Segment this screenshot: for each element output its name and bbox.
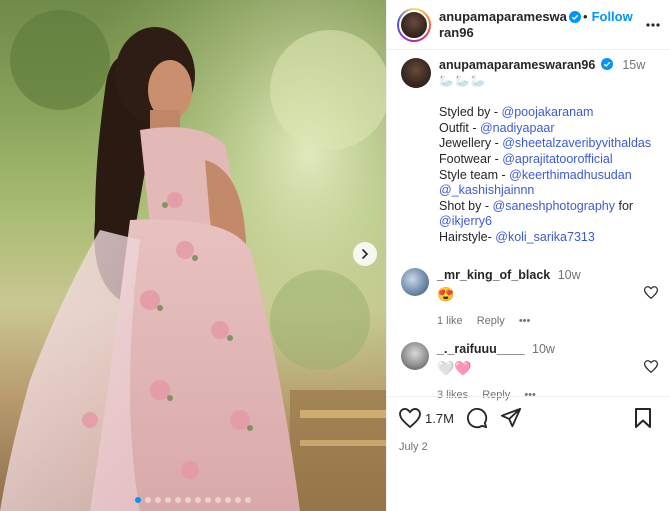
credit-label: Hairstyle-: [439, 229, 496, 244]
comment-more-button[interactable]: •••: [519, 315, 531, 327]
comment-username[interactable]: _mr_king_of_black: [437, 268, 550, 282]
bookmark-icon: [635, 408, 651, 428]
post-photo: [0, 0, 386, 511]
avatar: [399, 9, 429, 40]
verified-badge-icon: [600, 58, 613, 70]
author-username[interactable]: anupamaparameswaran96: [439, 9, 567, 41]
comment-item: _._raifuuu____ 10w 🤍🩷 3 likes Reply •••: [401, 342, 658, 401]
mention-link[interactable]: @keerthimadhusudan: [509, 168, 632, 182]
comment-like-heart-icon[interactable]: [644, 360, 658, 373]
commenter-avatar[interactable]: [401, 342, 429, 370]
carousel-dot[interactable]: [135, 497, 141, 503]
carousel-dot[interactable]: [195, 497, 201, 503]
credit-label: Shot by -: [439, 198, 493, 213]
comment-button[interactable]: [466, 407, 488, 429]
credit-label: Style team -: [439, 167, 510, 182]
more-horizontal-icon: [646, 22, 660, 27]
comment-username[interactable]: _._raifuuu____: [437, 342, 525, 356]
carousel-dot[interactable]: [235, 497, 241, 503]
more-options-button[interactable]: [646, 17, 660, 33]
caption-username[interactable]: anupamaparameswaran96: [439, 58, 595, 72]
mention-link[interactable]: @poojakaranam: [502, 105, 594, 119]
comment-text: 😍: [437, 286, 455, 302]
mention-link[interactable]: @koli_sarika7313: [495, 230, 595, 244]
like-count[interactable]: 1.7M: [425, 411, 454, 426]
caption-credits: Styled by - @poojakaranam Outfit - @nadiy…: [439, 105, 651, 245]
credit-line: Shot by - @saneshphotography for @ikjerry…: [439, 199, 651, 230]
credit-line: Styled by - @poojakaranam: [439, 105, 651, 121]
comment-item: _mr_king_of_black 10w 😍 1 like Reply •••: [401, 268, 658, 327]
chevron-right-icon: [362, 249, 369, 259]
credit-label: Jewellery -: [439, 136, 503, 151]
credit-line: Style team - @keerthimadhusudan @_kashish…: [439, 168, 651, 199]
carousel-dot[interactable]: [185, 497, 191, 503]
post-caption: anupamaparameswaran96 15w 🦢🦢🦢 Styled by …: [401, 58, 660, 246]
credit-label: Footwear -: [439, 151, 503, 166]
separator-dot: •: [583, 8, 588, 24]
heart-icon: [399, 408, 421, 428]
commenter-avatar[interactable]: [401, 268, 429, 296]
credit-suffix: for: [615, 198, 634, 213]
save-button[interactable]: [634, 407, 652, 429]
mention-link[interactable]: @saneshphotography: [493, 199, 616, 213]
credit-line: Jewellery - @sheetalzaveribyvithaldas: [439, 136, 651, 152]
caption-emoji-line: 🦢🦢🦢: [439, 73, 487, 88]
comment-text: 🤍🩷: [437, 360, 472, 376]
post-header: anupamaparameswaran96 • Follow: [387, 0, 670, 50]
carousel-dot[interactable]: [245, 497, 251, 503]
credit-label: Styled by -: [439, 105, 502, 120]
mention-link[interactable]: @_kashishjainnn: [439, 183, 534, 197]
follow-button[interactable]: Follow: [592, 9, 633, 25]
share-button[interactable]: [500, 407, 522, 429]
mention-link[interactable]: @nadiyapaar: [480, 121, 555, 135]
carousel-dot[interactable]: [145, 497, 151, 503]
credit-line: Outfit - @nadiyapaar: [439, 121, 651, 137]
post-side-panel: anupamaparameswaran96 • Follow anupamapa…: [386, 0, 670, 511]
post-date: July 2: [399, 441, 428, 453]
post-actions-bar: 1.7M July 2: [387, 396, 670, 463]
carousel-dot[interactable]: [205, 497, 211, 503]
carousel-dot[interactable]: [215, 497, 221, 503]
carousel-indicator: [0, 497, 386, 503]
comment-time: 10w: [557, 268, 581, 282]
comment-like-count[interactable]: 1 like: [437, 315, 463, 327]
verified-badge-icon: [569, 10, 581, 23]
like-button[interactable]: 1.7M: [399, 408, 454, 428]
caption-time: 15w: [622, 58, 646, 72]
comment-like-heart-icon[interactable]: [644, 286, 658, 299]
mention-link[interactable]: @sheetalzaveribyvithaldas: [502, 136, 651, 150]
carousel-dot[interactable]: [155, 497, 161, 503]
paper-plane-icon: [500, 407, 521, 428]
carousel-dot[interactable]: [165, 497, 171, 503]
post-media[interactable]: [0, 0, 386, 511]
caption-avatar[interactable]: [401, 58, 431, 88]
comment-bubble-icon: [466, 408, 488, 429]
mention-link[interactable]: @ikjerry6: [439, 214, 492, 228]
mention-link[interactable]: @aprajitatoorofficial: [502, 152, 612, 166]
credit-line: Hairstyle- @koli_sarika7313: [439, 230, 651, 246]
author-avatar-story-ring[interactable]: [397, 7, 431, 42]
credit-line: Footwear - @aprajitatoorofficial: [439, 152, 651, 168]
comment-time: 10w: [532, 342, 555, 356]
credit-label: Outfit -: [439, 120, 480, 135]
comment-reply-button[interactable]: Reply: [477, 315, 505, 327]
carousel-dot[interactable]: [175, 497, 181, 503]
carousel-dot[interactable]: [225, 497, 231, 503]
next-slide-button[interactable]: [353, 242, 377, 266]
